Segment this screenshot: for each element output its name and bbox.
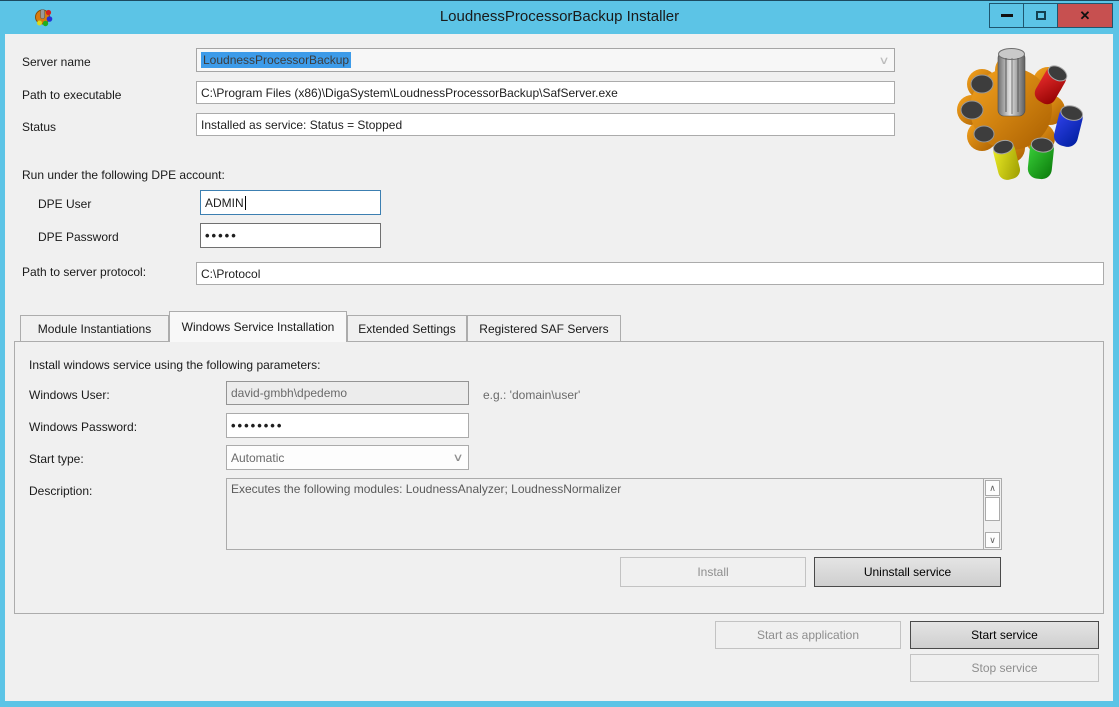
minimize-icon (1001, 14, 1013, 17)
description-value: Executes the following modules: Loudness… (231, 482, 621, 496)
windows-user-value: david-gmbh\dpedemo (231, 386, 347, 400)
description-scrollbar[interactable]: ∧ ∨ (983, 479, 1001, 549)
windows-user-input: david-gmbh\dpedemo (226, 381, 469, 405)
start-type-value: Automatic (231, 451, 284, 465)
start-service-button[interactable]: Start service (910, 621, 1099, 649)
form-body: Server name LoudnessProcessorBackup ∨ Pa… (5, 34, 1113, 701)
path-protocol-label: Path to server protocol: (22, 265, 146, 279)
server-name-combobox[interactable]: LoudnessProcessorBackup ∨ (196, 48, 895, 72)
tab-label: Module Instantiations (38, 322, 151, 336)
tab-label: Windows Service Installation (182, 320, 335, 334)
status-value: Installed as service: Status = Stopped (201, 118, 402, 132)
uninstall-button-label: Uninstall service (864, 565, 951, 579)
chevron-down-icon: ∨ (452, 451, 463, 464)
panel-intro-label: Install windows service using the follow… (29, 358, 320, 372)
minimize-button[interactable] (989, 3, 1024, 28)
server-name-value: LoudnessProcessorBackup (201, 52, 351, 68)
install-button-label: Install (697, 565, 728, 579)
scroll-up-icon: ∧ (989, 483, 996, 494)
status-label: Status (22, 120, 56, 134)
close-icon: ✕ (1080, 8, 1091, 24)
dpe-section-label: Run under the following DPE account: (22, 168, 225, 182)
tab-module-instantiations[interactable]: Module Instantiations (20, 315, 169, 341)
start-as-application-button: Start as application (715, 621, 901, 649)
installer-window: LoudnessProcessorBackup Installer ✕ Serv… (0, 0, 1119, 707)
dpe-password-input[interactable]: ••••• (200, 223, 381, 248)
title-bar: LoudnessProcessorBackup Installer ✕ (0, 1, 1119, 34)
windows-password-value: •••••••• (231, 421, 283, 431)
windows-user-hint: e.g.: 'domain\user' (483, 388, 580, 402)
stop-service-button: Stop service (910, 654, 1099, 682)
window-title: LoudnessProcessorBackup Installer (0, 8, 1119, 25)
dpe-user-value: ADMIN (205, 196, 244, 210)
status-field: Installed as service: Status = Stopped (196, 113, 895, 136)
path-executable-label: Path to executable (22, 88, 121, 102)
text-caret (245, 196, 246, 210)
service-installation-panel: Install windows service using the follow… (14, 341, 1104, 614)
start-type-combobox[interactable]: Automatic ∨ (226, 445, 469, 470)
scrollbar-thumb[interactable] (985, 497, 1000, 521)
install-button: Install (620, 557, 806, 587)
description-label: Description: (29, 484, 92, 498)
scroll-up-button[interactable]: ∧ (985, 480, 1000, 496)
tab-label: Extended Settings (358, 322, 455, 336)
dpe-password-value: ••••• (205, 231, 238, 241)
dpe-password-label: DPE Password (38, 230, 119, 244)
digasystem-logo (938, 42, 1102, 184)
maximize-icon (1036, 11, 1046, 20)
window-controls: ✕ (990, 3, 1113, 28)
tab-label: Registered SAF Servers (479, 322, 608, 336)
dpe-user-input[interactable]: ADMIN (200, 190, 381, 215)
windows-password-label: Windows Password: (29, 420, 137, 434)
tab-registered-saf-servers[interactable]: Registered SAF Servers (467, 315, 621, 341)
path-executable-value: C:\Program Files (x86)\DigaSystem\Loudne… (201, 86, 618, 100)
windows-password-input[interactable]: •••••••• (226, 413, 469, 438)
tab-extended-settings[interactable]: Extended Settings (347, 315, 467, 341)
scroll-down-icon: ∨ (989, 535, 996, 546)
tab-windows-service-installation[interactable]: Windows Service Installation (169, 311, 347, 342)
start-type-label: Start type: (29, 452, 84, 466)
stop-service-label: Stop service (971, 661, 1037, 675)
path-protocol-input[interactable]: C:\Protocol (196, 262, 1104, 285)
maximize-button[interactable] (1023, 3, 1058, 28)
uninstall-service-button[interactable]: Uninstall service (814, 557, 1001, 587)
chevron-down-icon: ∨ (878, 54, 889, 67)
windows-user-label: Windows User: (29, 388, 110, 402)
close-button[interactable]: ✕ (1057, 3, 1113, 28)
start-app-label: Start as application (757, 628, 859, 642)
server-name-label: Server name (22, 55, 91, 69)
start-service-label: Start service (971, 628, 1038, 642)
dpe-user-label: DPE User (38, 197, 91, 211)
path-protocol-value: C:\Protocol (201, 267, 260, 281)
scroll-down-button[interactable]: ∨ (985, 532, 1000, 548)
path-executable-field: C:\Program Files (x86)\DigaSystem\Loudne… (196, 81, 895, 104)
description-textarea: Executes the following modules: Loudness… (226, 478, 1002, 550)
